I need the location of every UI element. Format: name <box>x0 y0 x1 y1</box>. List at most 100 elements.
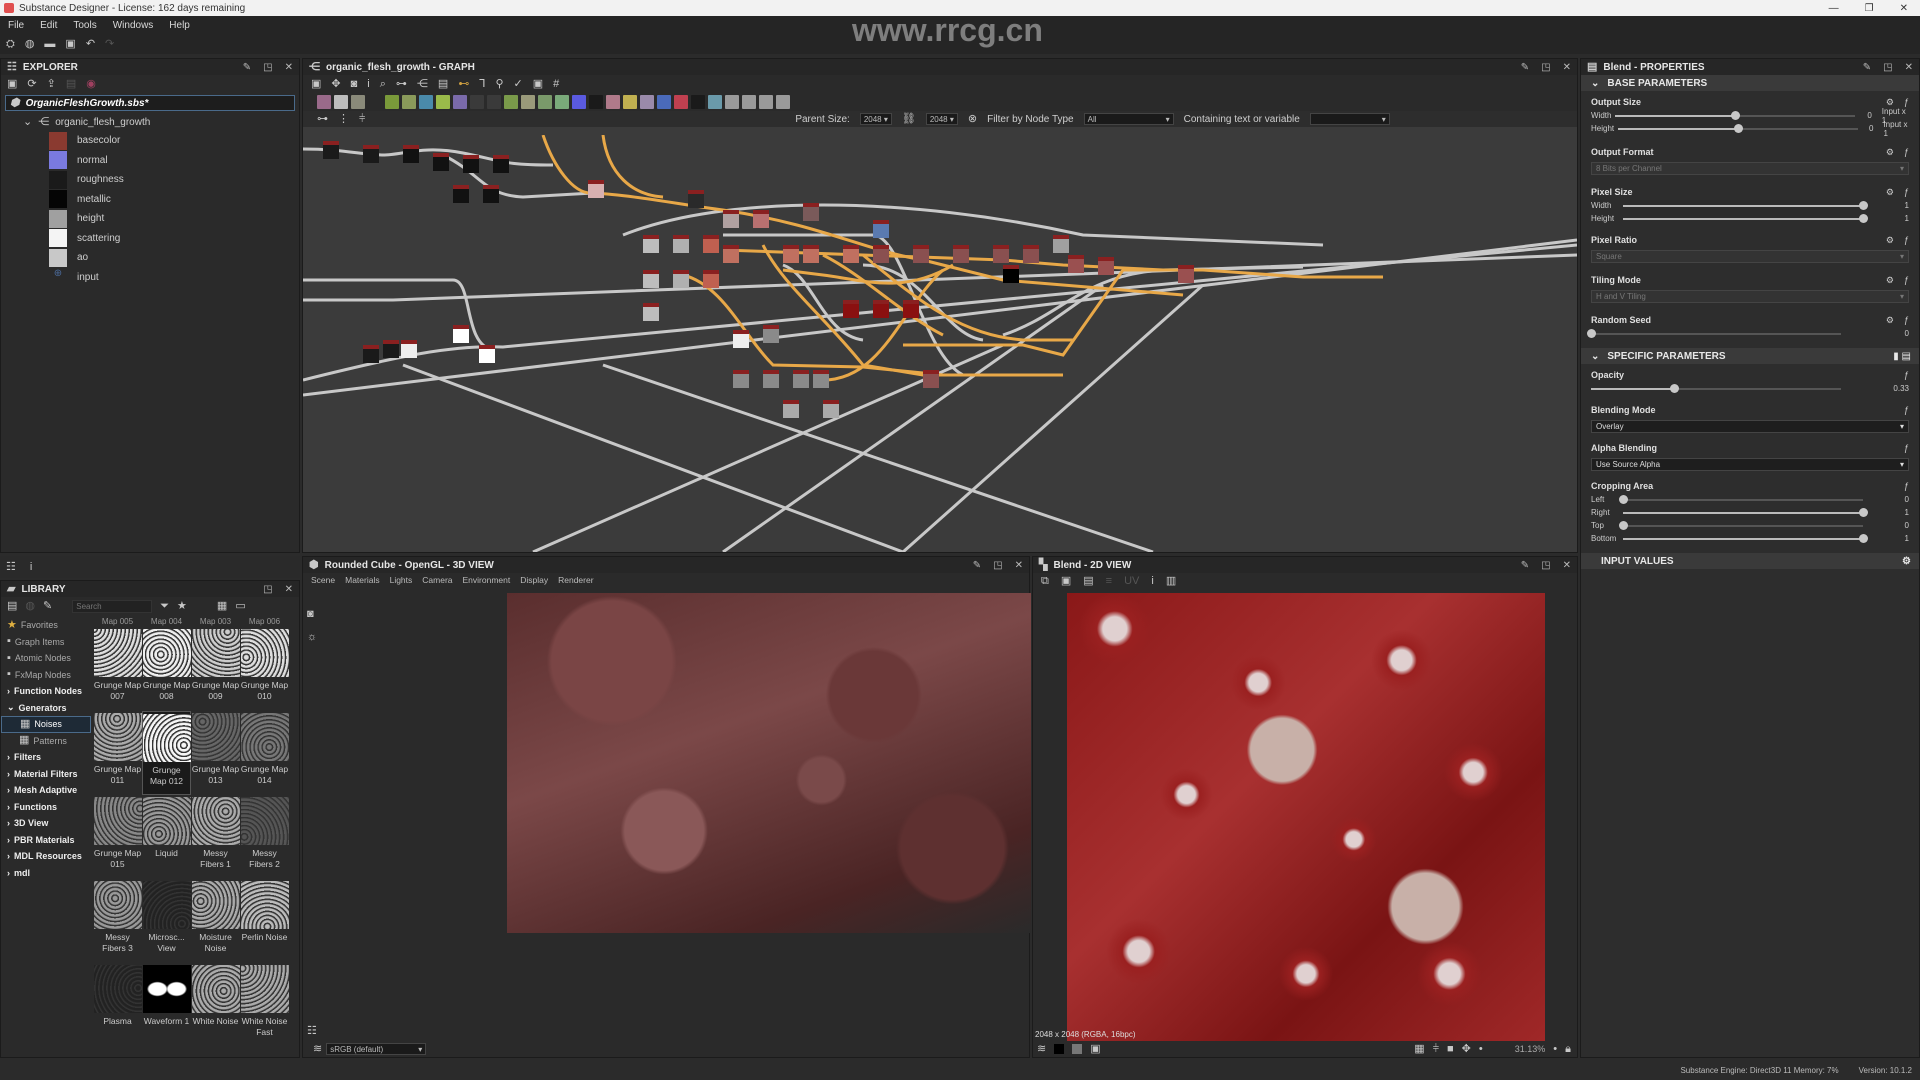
node-palette-button-16[interactable] <box>572 95 586 109</box>
maximize-button[interactable]: ❐ <box>1865 3 1874 14</box>
search-icon[interactable]: ⌕ <box>380 78 386 90</box>
graph-node-10[interactable] <box>688 190 704 208</box>
info-icon[interactable]: i <box>367 78 369 90</box>
graph-node-13[interactable] <box>803 203 819 221</box>
graph-node-17[interactable] <box>703 235 719 253</box>
graph-node-27[interactable] <box>953 245 969 263</box>
output-item-height[interactable]: height <box>1 209 299 229</box>
library-category-mdl[interactable]: › mdl <box>1 865 91 882</box>
center-icon[interactable]: ✥ <box>331 78 340 90</box>
snap-icon[interactable]: ⫩ <box>359 113 365 125</box>
node-palette-button-21[interactable] <box>657 95 671 109</box>
menu-edit[interactable]: Edit <box>40 20 57 31</box>
pixel-ratio-dropdown[interactable]: Square ▾ <box>1591 250 1909 263</box>
publish-icon[interactable]: ⇪ <box>47 78 56 90</box>
graph-node-41[interactable] <box>453 325 469 343</box>
function-icon[interactable]: ƒ <box>1904 315 1909 326</box>
graph-node-42[interactable] <box>479 345 495 363</box>
node-palette-button-28[interactable] <box>776 95 790 109</box>
menu-help[interactable]: Help <box>169 20 190 31</box>
histogram-icon[interactable]: ▥ <box>1166 575 1176 587</box>
graph-node-36[interactable] <box>873 300 889 318</box>
library-category-functions[interactable]: › Functions <box>1 799 91 816</box>
node-palette-button-25[interactable] <box>725 95 739 109</box>
grid-icon[interactable]: # <box>553 78 559 90</box>
slider-knob[interactable] <box>1587 328 1596 338</box>
uv-icon[interactable]: UV <box>1124 575 1139 587</box>
filter-icon[interactable]: ⏷ <box>160 600 169 612</box>
duplicate-icon[interactable]: ▤ <box>1083 575 1093 587</box>
colorspace-dropdown[interactable]: sRGB (default) ▾ <box>326 1043 427 1055</box>
graph-node-15[interactable] <box>643 235 659 253</box>
library-tile[interactable]: Messy Fibers 1 <box>191 795 240 879</box>
vertical-icon[interactable]: ⋮ <box>338 113 349 125</box>
specific-parameters-section[interactable]: ⌄ SPECIFIC PARAMETERS ▮ ▤ <box>1581 348 1919 364</box>
graph-node-20[interactable] <box>703 270 719 288</box>
pixel-height-slider[interactable]: Height 1 <box>1591 212 1909 225</box>
library-tile[interactable]: Grunge Map 012 <box>142 711 191 795</box>
library-tile[interactable]: Grunge Map 015 <box>93 795 142 879</box>
library-category-mesh-adaptive[interactable]: › Mesh Adaptive <box>1 782 91 799</box>
function-icon[interactable]: ƒ <box>1904 405 1909 415</box>
node-palette-button-5[interactable] <box>385 95 399 109</box>
expose-icon[interactable]: ⚙ <box>1886 315 1894 326</box>
float-icon[interactable]: ◳ <box>263 584 272 595</box>
graph-node-2[interactable] <box>363 145 379 163</box>
menu-tools[interactable]: Tools <box>73 20 96 31</box>
light-icon[interactable]: ☼ <box>307 632 317 643</box>
pin-icon[interactable]: ✎ <box>1521 62 1529 73</box>
function-icon[interactable]: ƒ <box>1904 443 1909 453</box>
graph-node-46[interactable] <box>763 370 779 388</box>
function-icon[interactable]: ƒ <box>1904 187 1909 198</box>
graph-node-9[interactable] <box>588 180 604 198</box>
node-palette-button-23[interactable] <box>691 95 705 109</box>
graph-node-5[interactable] <box>463 155 479 173</box>
library-tile[interactable]: Grunge Map 011 <box>93 711 142 795</box>
expose-icon[interactable]: ⚙ <box>1886 147 1894 158</box>
node-palette-button-20[interactable] <box>640 95 654 109</box>
slider-knob[interactable] <box>1619 520 1628 530</box>
pin-icon[interactable]: ✎ <box>973 560 981 571</box>
graph-node-8[interactable] <box>483 185 499 203</box>
info-icon[interactable]: i <box>30 561 32 573</box>
zoom-dot-icon[interactable]: • <box>1553 1043 1557 1055</box>
node-palette-button-27[interactable] <box>759 95 773 109</box>
new-folder-icon[interactable]: ▤ <box>7 600 17 612</box>
function-icon[interactable]: ƒ <box>1904 147 1909 158</box>
graph-node-29[interactable] <box>1023 245 1039 263</box>
function-icon[interactable]: ƒ <box>1904 235 1909 246</box>
grid-icon[interactable]: ▦ <box>1414 1043 1424 1055</box>
graph-node-30[interactable] <box>1053 235 1069 253</box>
slider-knob[interactable] <box>1859 507 1868 517</box>
layout-icon[interactable]: ⋲ <box>417 78 428 90</box>
minimize-button[interactable]: — <box>1829 3 1839 14</box>
graph-node-3[interactable] <box>403 145 419 163</box>
library-category-patterns[interactable]: ▦ Patterns <box>1 733 91 750</box>
3d-menu-environment[interactable]: Environment <box>463 575 511 585</box>
frame-all-icon[interactable]: ▣ <box>311 78 321 90</box>
node-palette-button-18[interactable] <box>606 95 620 109</box>
node-palette-button-8[interactable] <box>436 95 450 109</box>
opacity-slider[interactable]: 0.33 <box>1591 382 1909 395</box>
node-palette-button-3[interactable] <box>351 95 365 109</box>
tree-icon[interactable]: ☷ <box>307 1026 317 1037</box>
filter-node-type-select[interactable]: All ▾ <box>1083 113 1174 125</box>
library-category-atomic-nodes[interactable]: ▪ Atomic Nodes <box>1 650 91 667</box>
node-palette-button-12[interactable] <box>504 95 518 109</box>
display-icon[interactable]: ▣ <box>1090 1043 1100 1055</box>
colorspace-icon[interactable]: ≋ <box>1037 1043 1046 1055</box>
slider-knob[interactable] <box>1731 110 1741 120</box>
graph-node-21[interactable] <box>723 245 739 263</box>
crop-left-slider[interactable]: Left 0 <box>1591 493 1909 506</box>
camera-icon[interactable]: ◙ <box>307 609 317 620</box>
library-tile[interactable]: Grunge Map 008 <box>142 627 191 711</box>
reload-icon[interactable]: ⟳ <box>27 78 36 90</box>
parent-size-width-select[interactable]: 2048 ▾ <box>859 113 892 125</box>
containing-text-input[interactable]: ▾ <box>1309 113 1390 125</box>
library-category-graph-items[interactable]: ▪ Graph Items <box>1 634 91 651</box>
height-mode[interactable]: Input x 1 <box>1883 120 1909 138</box>
node-palette-button-11[interactable] <box>487 95 501 109</box>
colorspace-icon[interactable]: ≋ <box>313 1043 322 1055</box>
screenshot-icon[interactable]: ◙ <box>351 78 358 90</box>
library-tile[interactable]: Messy Fibers 2 <box>240 795 289 879</box>
